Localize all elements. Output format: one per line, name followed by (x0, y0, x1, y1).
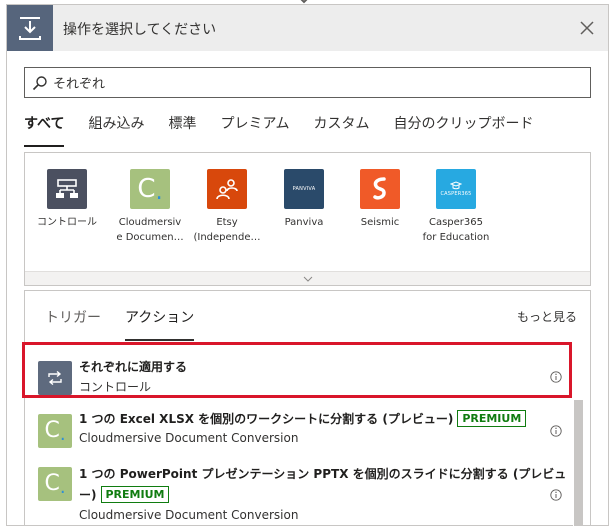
action-split-excel[interactable]: C. 1 つの Excel XLSX を個別のワークシートに分割する (プレビュ… (30, 407, 574, 455)
expand-connectors-button[interactable] (25, 271, 590, 285)
premium-badge: PREMIUM (457, 410, 527, 427)
connector-cloudmersive[interactable]: C. Cloudmersiv e Documen… (115, 169, 185, 245)
connector-label: Seismic (360, 217, 400, 228)
etsy-icon (207, 169, 247, 209)
connector-control[interactable]: コントロール (32, 169, 102, 230)
connector-label: Panviva (284, 217, 324, 228)
connector-label: コントロール (37, 217, 97, 228)
premium-badge: PREMIUM (100, 486, 170, 503)
connector-casper365[interactable]: CASPER365 Casper365 for Education (421, 169, 491, 245)
connector-etsy[interactable]: Etsy (Independe… (192, 169, 262, 245)
connector-seismic[interactable]: Seismic (345, 169, 415, 230)
tab-my-clipboard[interactable]: 自分のクリップボード (394, 113, 534, 147)
tab-custom[interactable]: カスタム (314, 113, 370, 147)
cloudmersive-icon: C. (130, 169, 170, 209)
choose-action-panel: 操作を選択してください すべて 組み込み 標準 プレミアム カスタム 自分のクリ… (6, 4, 609, 526)
close-icon[interactable] (576, 17, 598, 39)
action-title: 1 つの Excel XLSX を個別のワークシートに分割する (プレビュー) P… (79, 409, 527, 429)
casper-icon: CASPER365 (436, 169, 476, 209)
panviva-icon: PANVIVA (284, 169, 324, 209)
cloudmersive-icon: C. (38, 414, 72, 448)
connector-label: Etsy (Independe… (193, 217, 261, 243)
search-input[interactable] (53, 68, 573, 97)
step-icon (7, 5, 53, 51)
seismic-icon (360, 169, 400, 209)
tab-triggers[interactable]: トリガー (45, 305, 101, 341)
tab-standard[interactable]: 標準 (168, 113, 196, 147)
info-icon[interactable] (550, 489, 562, 501)
scrollbar-thumb[interactable] (574, 400, 583, 526)
tab-builtin[interactable]: 組み込み (88, 113, 144, 147)
panel-header: 操作を選択してください (7, 5, 608, 51)
info-icon[interactable] (550, 371, 562, 383)
chevron-down-icon (303, 276, 312, 282)
see-more-link[interactable]: もっと見る (517, 308, 577, 325)
action-apply-to-each[interactable]: それぞれに適用する コントロール (30, 354, 574, 402)
connector-grid: コントロール C. Cloudmersiv e Documen… Etsy (I… (24, 152, 591, 286)
panel-title: 操作を選択してください (63, 22, 217, 38)
action-split-powerpoint[interactable]: C. 1 つの PowerPoint プレゼンテーション PPTX を個別のスラ… (30, 461, 574, 525)
tab-actions[interactable]: アクション (125, 305, 195, 341)
connector-panviva[interactable]: PANVIVA Panviva (269, 169, 339, 230)
action-connector-name: コントロール (79, 380, 152, 394)
cloudmersive-icon: C. (38, 467, 72, 501)
action-title: それぞれに適用する (79, 360, 188, 374)
actions-scrollbar[interactable] (573, 398, 583, 526)
search-box[interactable] (24, 67, 591, 98)
action-connector-name: Cloudmersive Document Conversion (79, 508, 299, 522)
connector-label: Cloudmersiv e Documen… (116, 217, 184, 243)
category-tabs: すべて 組み込み 標準 プレミアム カスタム 自分のクリップボード (24, 113, 558, 147)
action-title-continued: ー) PREMIUM (79, 485, 170, 505)
action-connector-name: Cloudmersive Document Conversion (79, 431, 299, 445)
control-icon (47, 169, 87, 209)
search-icon (32, 76, 47, 91)
actions-panel: トリガー アクション もっと見る それぞれに適用する コントロール C. 1 つ… (24, 290, 591, 525)
info-icon[interactable] (550, 425, 562, 437)
loop-icon (38, 361, 72, 395)
connector-label: Casper365 for Education (422, 217, 490, 243)
action-title: 1 つの PowerPoint プレゼンテーション PPTX を個別のスライドに… (79, 467, 567, 481)
tab-all[interactable]: すべて (24, 113, 65, 147)
tab-premium[interactable]: プレミアム (220, 113, 289, 147)
trigger-action-tabs: トリガー アクション (45, 305, 218, 341)
